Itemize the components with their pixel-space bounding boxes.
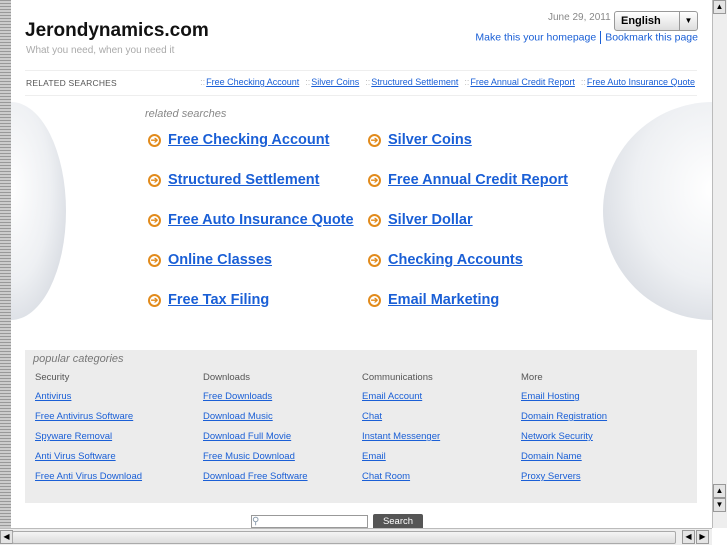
category-link[interactable]: Antivirus [35, 391, 195, 403]
scroll-thumb[interactable] [12, 531, 676, 544]
category-link[interactable]: Email Account [362, 391, 522, 403]
related-bar-link[interactable]: Free Auto Insurance Quote [587, 77, 695, 87]
related-searches-bar: RELATED SEARCHES ::Free Checking Account… [25, 70, 697, 96]
scroll-left-icon[interactable]: ◀ [682, 530, 695, 544]
related-bar-link[interactable]: Structured Settlement [371, 77, 458, 87]
category-column: Downloads Free Downloads Download Music Dow… [203, 372, 363, 491]
horizontal-scrollbar[interactable]: ◀ ◀ ▶ [0, 528, 712, 545]
category-link[interactable]: Download Music [203, 411, 363, 423]
category-column: Communications Email Account Chat Instant M… [362, 372, 522, 491]
related-search-link[interactable]: Email Marketing [388, 292, 499, 308]
related-search-link[interactable]: Free Checking Account [168, 132, 329, 148]
category-link[interactable]: Free Antivirus Software [35, 411, 195, 423]
search-icon: ⚲ [252, 516, 260, 527]
related-search-link[interactable]: Structured Settlement [168, 172, 319, 188]
make-homepage-link[interactable]: Make this your homepage [475, 31, 596, 43]
language-value: English [621, 15, 661, 27]
category-link[interactable]: Free Music Download [203, 451, 363, 463]
related-search-link[interactable]: Silver Dollar [388, 212, 473, 228]
search-input[interactable]: ⚲ [251, 515, 368, 528]
category-link[interactable]: Domain Name [521, 451, 681, 463]
category-link[interactable]: Chat Room [362, 471, 522, 483]
related-search-link[interactable]: Free Tax Filing [168, 292, 269, 308]
separator: :: [580, 77, 586, 87]
scroll-up-icon[interactable]: ▲ [713, 484, 726, 498]
category-link[interactable]: Network Security [521, 431, 681, 443]
category-link[interactable]: Spyware Removal [35, 431, 195, 443]
category-link[interactable]: Chat [362, 411, 522, 423]
arrow-right-icon: ➔ [368, 253, 381, 267]
decorative-sphere-right [603, 102, 713, 320]
divider [600, 31, 602, 44]
bookmark-link[interactable]: Bookmark this page [605, 31, 698, 43]
related-search-link[interactable]: Silver Coins [388, 132, 472, 148]
scroll-down-icon[interactable]: ▼ [713, 498, 726, 512]
popular-categories: popular categories Security Antivirus Free… [25, 350, 697, 503]
arrow-right-icon: ➔ [368, 293, 381, 307]
decorative-sphere-left [11, 102, 66, 320]
arrow-right-icon: ➔ [368, 213, 381, 227]
related-search-item[interactable]: ➔ Checking Accounts [368, 252, 523, 268]
related-search-item[interactable]: ➔ Free Tax Filing [148, 292, 269, 308]
tagline: What you need, when you need it [26, 45, 175, 56]
date: June 29, 2011 [548, 12, 611, 23]
category-link[interactable]: Free Anti Virus Download [35, 471, 195, 483]
category-link[interactable]: Instant Messenger [362, 431, 522, 443]
category-link[interactable]: Email [362, 451, 522, 463]
separator: :: [305, 77, 311, 87]
related-search-item[interactable]: ➔ Email Marketing [368, 292, 499, 308]
category-link[interactable]: Proxy Servers [521, 471, 681, 483]
category-heading: Security [35, 372, 70, 383]
related-search-item[interactable]: ➔ Free Checking Account [148, 132, 329, 148]
separator: :: [464, 77, 470, 87]
arrow-right-icon: ➔ [148, 173, 161, 187]
related-search-item[interactable]: ➔ Silver Dollar [368, 212, 473, 228]
scroll-right-icon[interactable]: ▶ [696, 530, 709, 544]
category-column: More Email Hosting Domain Registration Netw… [521, 372, 681, 491]
related-search-link[interactable]: Online Classes [168, 252, 272, 268]
related-search-item[interactable]: ➔ Free Auto Insurance Quote [148, 212, 354, 228]
chevron-down-icon: ▼ [679, 12, 697, 30]
category-link[interactable]: Domain Registration [521, 411, 681, 423]
related-search-link[interactable]: Checking Accounts [388, 252, 523, 268]
arrow-right-icon: ➔ [148, 293, 161, 307]
related-search-item[interactable]: ➔ Online Classes [148, 252, 272, 268]
related-search-item[interactable]: ➔ Free Annual Credit Report [368, 172, 568, 188]
category-link[interactable]: Free Downloads [203, 391, 363, 403]
left-frame-edge [0, 0, 11, 528]
popular-title: popular categories [33, 353, 124, 365]
category-link[interactable]: Download Full Movie [203, 431, 363, 443]
related-bar-links: ::Free Checking Account::Silver Coins::S… [143, 77, 695, 87]
related-bar-label: RELATED SEARCHES [26, 78, 117, 88]
site-title: Jerondynamics.com [25, 20, 209, 41]
separator: :: [200, 77, 206, 87]
related-bar-link[interactable]: Free Annual Credit Report [470, 77, 575, 87]
related-search-link[interactable]: Free Annual Credit Report [388, 172, 568, 188]
related-search-item[interactable]: ➔ Structured Settlement [148, 172, 319, 188]
category-link[interactable]: Anti Virus Software [35, 451, 195, 463]
arrow-right-icon: ➔ [148, 253, 161, 267]
category-heading: Downloads [203, 372, 250, 383]
category-column: Security Antivirus Free Antivirus Software… [35, 372, 195, 491]
arrow-right-icon: ➔ [368, 133, 381, 147]
arrow-right-icon: ➔ [148, 213, 161, 227]
related-search-item[interactable]: ➔ Silver Coins [368, 132, 472, 148]
arrow-right-icon: ➔ [368, 173, 381, 187]
category-link[interactable]: Download Free Software [203, 471, 363, 483]
related-search-link[interactable]: Free Auto Insurance Quote [168, 212, 354, 228]
arrow-right-icon: ➔ [148, 133, 161, 147]
related-bar-link[interactable]: Silver Coins [311, 77, 359, 87]
category-link[interactable]: Email Hosting [521, 391, 681, 403]
vertical-scrollbar[interactable]: ▲ ▲ ▼ [712, 0, 727, 528]
related-bar-link[interactable]: Free Checking Account [206, 77, 299, 87]
related-searches-title: related searches [145, 108, 227, 120]
category-heading: More [521, 372, 543, 383]
separator: :: [365, 77, 371, 87]
top-links: Make this your homepage Bookmark this pag… [470, 31, 698, 44]
search-button[interactable]: Search [373, 514, 423, 528]
language-select[interactable]: English ▼ [614, 11, 698, 31]
scroll-up-icon[interactable]: ▲ [713, 0, 726, 14]
category-heading: Communications [362, 372, 433, 383]
